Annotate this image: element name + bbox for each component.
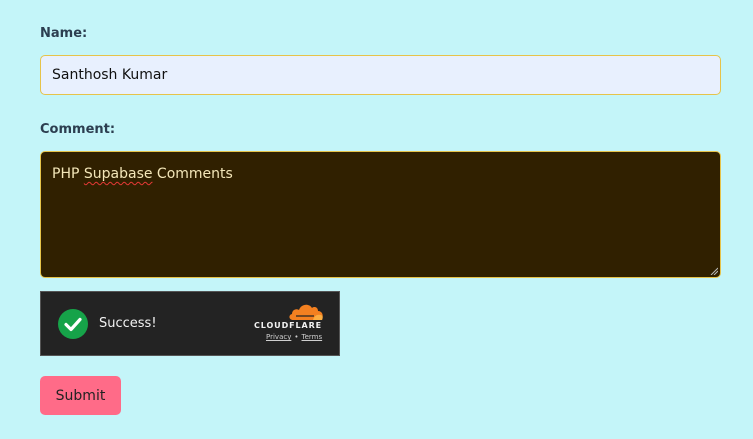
name-input[interactable]: Santhosh Kumar — [40, 55, 721, 95]
cloudflare-turnstile-widget[interactable]: Success! CLOUDFLARE Privacy • Terms — [40, 291, 340, 356]
submit-button[interactable]: Submit — [40, 376, 121, 415]
captcha-links: Privacy • Terms — [250, 333, 340, 341]
comment-text-prefix: PHP — [52, 166, 84, 182]
captcha-status-text: Success! — [99, 316, 157, 331]
resize-grip-icon[interactable] — [710, 267, 718, 275]
terms-link[interactable]: Terms — [302, 333, 323, 341]
privacy-link[interactable]: Privacy — [266, 333, 291, 341]
comment-textarea[interactable]: PHP Supabase Comments — [40, 151, 721, 278]
link-separator: • — [294, 333, 299, 341]
cloudflare-logo-text: CLOUDFLARE — [254, 321, 322, 330]
check-circle-icon — [58, 309, 88, 339]
cloudflare-cloud-icon — [289, 304, 323, 320]
comment-text-misspelled: Supabase — [83, 166, 153, 182]
name-label: Name: — [40, 26, 88, 41]
comment-label: Comment: — [40, 122, 116, 137]
comment-text-suffix: Comments — [152, 166, 233, 182]
